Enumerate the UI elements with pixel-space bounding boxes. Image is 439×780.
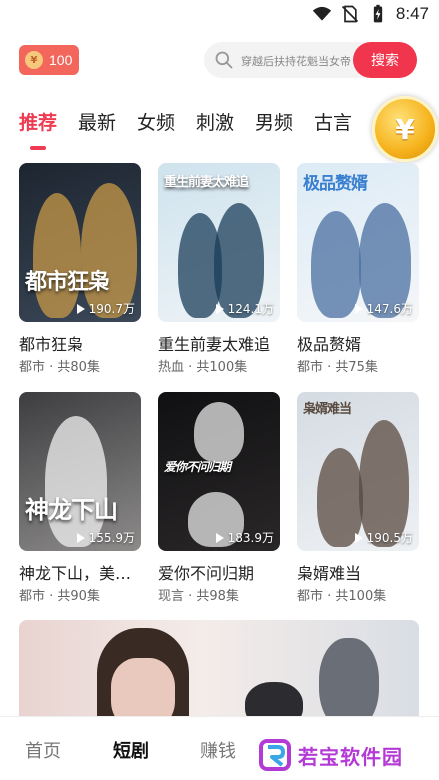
battery-icon bbox=[373, 4, 383, 23]
top-header: ¥ 100 穿越后扶持花魁当女帝 搜索 bbox=[0, 42, 439, 78]
play-count: 155.9万 bbox=[76, 529, 135, 546]
poster-title: 爱你不问归期 bbox=[164, 460, 231, 474]
active-tab-indicator bbox=[30, 146, 46, 150]
wifi-icon bbox=[312, 6, 332, 21]
drama-poster[interactable]: 重生前妻太难追 124.1万 bbox=[158, 163, 280, 322]
tab-latest[interactable]: 最新 bbox=[78, 108, 116, 135]
poster-figure bbox=[45, 416, 107, 547]
tab-male[interactable]: 男频 bbox=[255, 108, 293, 135]
poster-title: 极品赘婿 bbox=[303, 174, 368, 194]
tab-recommend[interactable]: 推荐 bbox=[19, 108, 57, 135]
drama-title[interactable]: 神龙下山，美… bbox=[19, 560, 145, 584]
drama-meta: 热血 · 共100集 bbox=[158, 360, 248, 375]
drama-poster[interactable]: 神龙下山 155.9万 bbox=[19, 392, 141, 551]
poster-figure bbox=[33, 193, 81, 318]
status-icons: 8:47 bbox=[312, 4, 429, 24]
play-icon bbox=[76, 303, 85, 314]
watermark-text: 若宝软件园 bbox=[298, 744, 403, 769]
coin-count: 100 bbox=[49, 52, 73, 68]
coin-icon: ¥ bbox=[25, 51, 43, 69]
tab-ancient[interactable]: 古言 bbox=[314, 108, 352, 135]
watermark: 若宝软件园 bbox=[258, 735, 434, 775]
poster-title: 重生前妻太难追 bbox=[164, 175, 249, 190]
play-count-value: 190.5万 bbox=[366, 531, 413, 545]
poster-title: 枭婿难当 bbox=[303, 402, 352, 417]
nav-earn[interactable]: 赚钱 bbox=[200, 737, 236, 763]
play-count: 147.6万 bbox=[354, 300, 413, 317]
nav-home[interactable]: 首页 bbox=[25, 737, 61, 763]
no-sim-icon bbox=[341, 5, 358, 23]
play-count: 190.7万 bbox=[76, 300, 135, 317]
promo-banner[interactable] bbox=[19, 620, 419, 730]
drama-title[interactable]: 极品赘婿 bbox=[297, 331, 423, 355]
play-count-value: 190.7万 bbox=[88, 302, 135, 316]
drama-meta: 都市 · 共90集 bbox=[19, 589, 100, 604]
search-input[interactable]: 穿越后扶持花魁当女帝 bbox=[241, 53, 351, 69]
watermark-logo-icon bbox=[259, 739, 291, 771]
poster-figure bbox=[311, 211, 361, 318]
poster-title: 都市狂枭 bbox=[25, 270, 110, 295]
floating-coin-button[interactable]: ¥ bbox=[372, 96, 438, 162]
play-icon bbox=[215, 532, 224, 543]
drama-poster[interactable]: 枭婿难当 190.5万 bbox=[297, 392, 419, 551]
poster-figure bbox=[81, 183, 137, 318]
tab-female[interactable]: 女频 bbox=[137, 108, 175, 135]
poster-figure bbox=[194, 402, 244, 462]
drama-meta: 都市 · 共75集 bbox=[297, 360, 378, 375]
drama-title[interactable]: 重生前妻太难追 bbox=[158, 331, 284, 355]
play-icon bbox=[354, 303, 363, 314]
play-icon bbox=[215, 303, 224, 314]
play-count-value: 183.9万 bbox=[227, 531, 274, 545]
drama-meta: 现言 · 共98集 bbox=[158, 589, 239, 604]
play-count-value: 124.1万 bbox=[227, 302, 274, 316]
search-icon bbox=[215, 51, 233, 69]
drama-poster[interactable]: 爱你不问归期 183.9万 bbox=[158, 392, 280, 551]
yen-icon: ¥ bbox=[395, 112, 415, 146]
search-bar[interactable]: 穿越后扶持花魁当女帝 搜索 bbox=[204, 42, 417, 78]
play-count: 190.5万 bbox=[354, 529, 413, 546]
nav-short-drama[interactable]: 短剧 bbox=[113, 737, 149, 763]
drama-meta: 都市 · 共100集 bbox=[297, 589, 387, 604]
poster-figure bbox=[359, 420, 409, 547]
coin-balance-chip[interactable]: ¥ 100 bbox=[19, 45, 79, 75]
drama-title[interactable]: 爱你不问归期 bbox=[158, 560, 284, 584]
play-icon bbox=[76, 532, 85, 543]
poster-title: 神龙下山 bbox=[25, 496, 118, 524]
status-time: 8:47 bbox=[395, 4, 429, 23]
status-bar: 8:47 bbox=[0, 0, 439, 30]
play-icon bbox=[354, 532, 363, 543]
play-count: 183.9万 bbox=[215, 529, 274, 546]
drama-meta: 都市 · 共80集 bbox=[19, 360, 100, 375]
play-count-value: 155.9万 bbox=[88, 531, 135, 545]
drama-title[interactable]: 都市狂枭 bbox=[19, 331, 145, 355]
drama-poster[interactable]: 都市狂枭 190.7万 bbox=[19, 163, 141, 322]
play-count: 124.1万 bbox=[215, 300, 274, 317]
drama-title[interactable]: 枭婿难当 bbox=[297, 560, 423, 584]
play-count-value: 147.6万 bbox=[366, 302, 413, 316]
drama-poster[interactable]: 极品赘婿 147.6万 bbox=[297, 163, 419, 322]
tab-thrill[interactable]: 刺激 bbox=[196, 108, 234, 135]
search-button[interactable]: 搜索 bbox=[353, 42, 417, 78]
